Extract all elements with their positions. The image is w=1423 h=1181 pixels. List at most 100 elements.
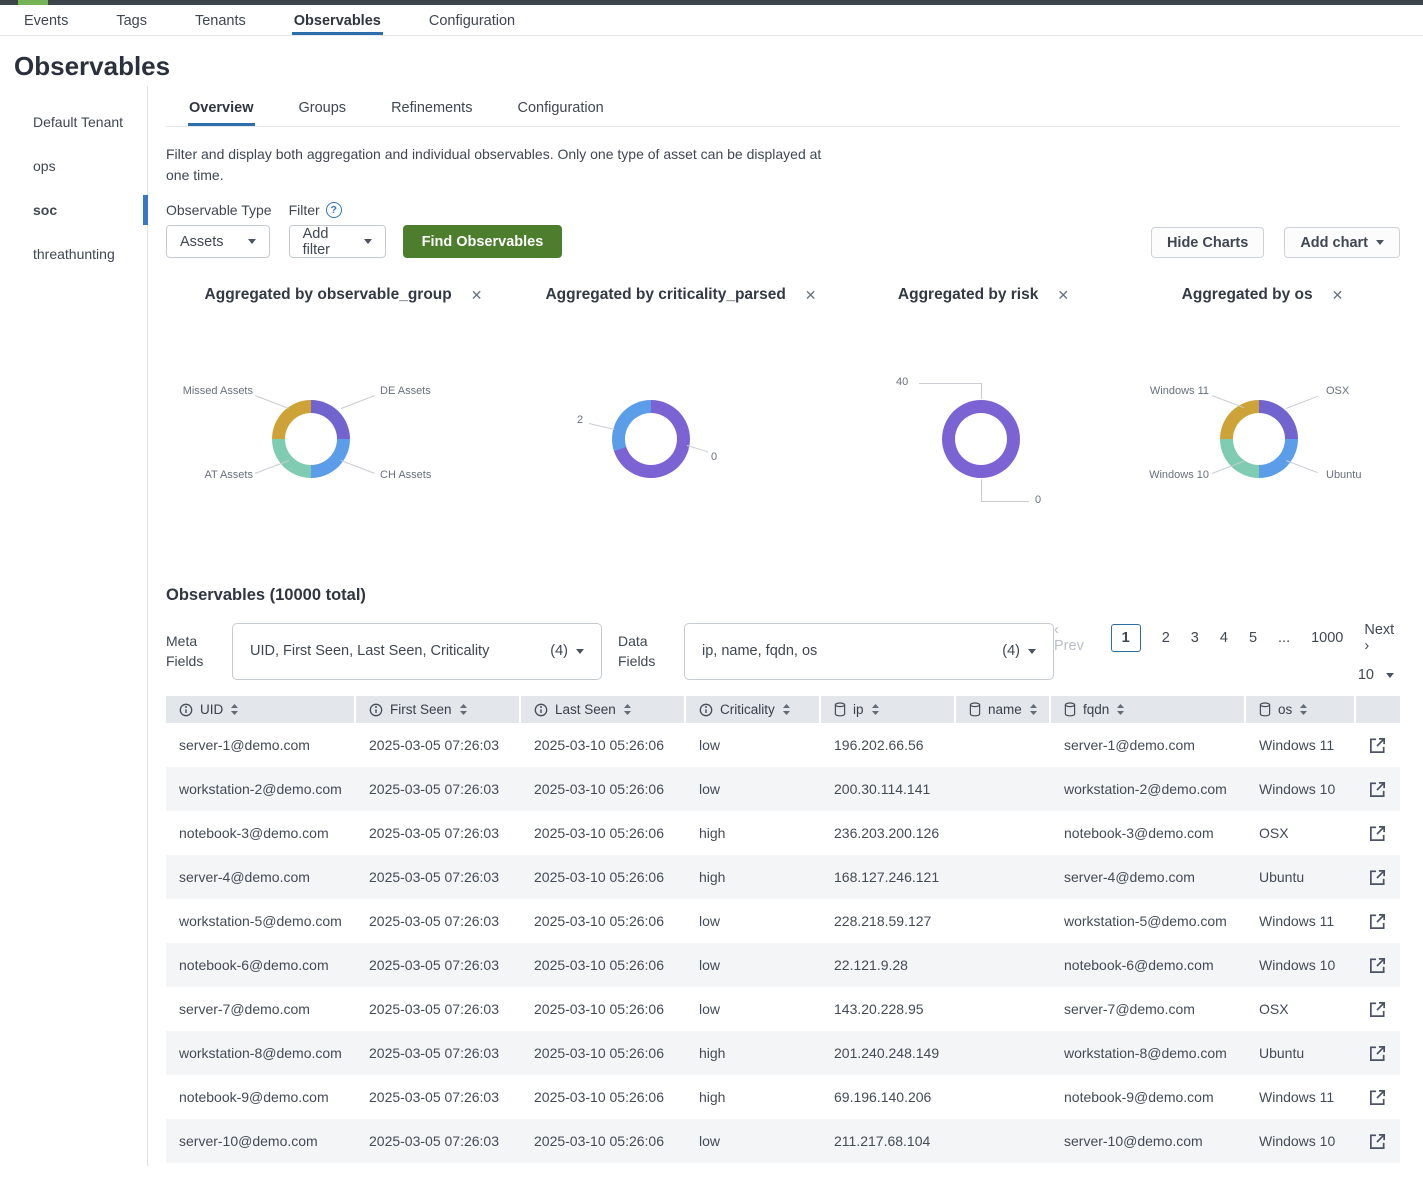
sidebar-item-ops[interactable]: ops bbox=[0, 144, 147, 188]
cell-fqdn: workstation-2@demo.com bbox=[1051, 781, 1246, 797]
pagination-page-2[interactable]: 2 bbox=[1162, 630, 1170, 646]
column-header-ip[interactable]: ip bbox=[821, 696, 956, 723]
sidebar-item-default-tenant[interactable]: Default Tenant bbox=[0, 100, 147, 144]
cell-ip: 69.196.140.206 bbox=[821, 1089, 956, 1105]
pagination-page-1000[interactable]: 1000 bbox=[1311, 630, 1343, 646]
nav-item-events[interactable]: Events bbox=[22, 7, 70, 35]
cell-criticality: low bbox=[686, 737, 821, 753]
column-header-uid[interactable]: UID bbox=[166, 696, 356, 723]
cell-first-seen: 2025-03-05 07:26:03 bbox=[356, 737, 521, 753]
nav-item-configuration[interactable]: Configuration bbox=[427, 7, 517, 35]
column-header-name[interactable]: name bbox=[956, 696, 1051, 723]
nav-item-observables[interactable]: Observables bbox=[292, 7, 383, 35]
cell-first-seen: 2025-03-05 07:26:03 bbox=[356, 957, 521, 973]
external-link-icon[interactable] bbox=[1368, 824, 1387, 843]
meta-fields-select[interactable]: UID, First Seen, Last Seen, Criticality … bbox=[232, 623, 602, 680]
add-filter-select[interactable]: Add filter bbox=[289, 225, 386, 258]
cell-last-seen: 2025-03-10 05:26:06 bbox=[521, 1001, 686, 1017]
chart-close-icon[interactable]: ✕ bbox=[471, 287, 483, 304]
external-link-icon[interactable] bbox=[1368, 868, 1387, 887]
meta-fields-value: UID, First Seen, Last Seen, Criticality bbox=[250, 643, 489, 659]
chart-close-icon[interactable]: ✕ bbox=[1332, 287, 1344, 304]
page-description: Filter and display both aggregation and … bbox=[166, 144, 826, 186]
page-title: Observables bbox=[14, 51, 1423, 82]
help-icon[interactable] bbox=[326, 202, 342, 218]
sort-icon[interactable] bbox=[1299, 703, 1308, 716]
column-header-first-seen[interactable]: First Seen bbox=[356, 696, 521, 723]
external-link-icon[interactable] bbox=[1368, 956, 1387, 975]
table-body: server-1@demo.com 2025-03-05 07:26:03 20… bbox=[166, 723, 1400, 1163]
cell-uid: notebook-9@demo.com bbox=[166, 1089, 356, 1105]
external-link-icon[interactable] bbox=[1368, 736, 1387, 755]
top-strip-green-segment bbox=[18, 0, 48, 5]
sidebar-item-threathunting[interactable]: threathunting bbox=[0, 232, 147, 276]
external-link-icon[interactable] bbox=[1368, 1044, 1387, 1063]
external-link-icon[interactable] bbox=[1368, 912, 1387, 931]
add-chart-button[interactable]: Add chart bbox=[1284, 227, 1400, 258]
pagination-page-1[interactable]: 1 bbox=[1111, 624, 1141, 652]
column-header-fqdn[interactable]: fqdn bbox=[1051, 696, 1246, 723]
cell-last-seen: 2025-03-10 05:26:06 bbox=[521, 869, 686, 885]
sort-icon[interactable] bbox=[623, 703, 632, 716]
pagination-page-5[interactable]: 5 bbox=[1249, 630, 1257, 646]
cell-actions bbox=[1356, 868, 1399, 887]
label-connector bbox=[1286, 460, 1318, 473]
slice-label: CH Assets bbox=[380, 469, 431, 481]
chevron-down-icon bbox=[1376, 240, 1384, 245]
tab-overview[interactable]: Overview bbox=[188, 92, 255, 126]
cell-fqdn: server-4@demo.com bbox=[1051, 869, 1246, 885]
page-size-select[interactable]: 10 bbox=[1358, 667, 1394, 683]
table-row: server-4@demo.com 2025-03-05 07:26:03 20… bbox=[166, 855, 1400, 899]
sort-icon[interactable] bbox=[1116, 703, 1125, 716]
cell-criticality: low bbox=[686, 781, 821, 797]
cell-ip: 211.217.68.104 bbox=[821, 1133, 956, 1149]
slice-label: Windows 10 bbox=[1149, 469, 1209, 481]
cell-fqdn: server-7@demo.com bbox=[1051, 1001, 1246, 1017]
sidebar-item-soc[interactable]: soc bbox=[0, 188, 147, 232]
column-header-os[interactable]: os bbox=[1246, 696, 1356, 723]
slice-label: 2 bbox=[577, 414, 583, 426]
external-link-icon[interactable] bbox=[1368, 780, 1387, 799]
tab-groups[interactable]: Groups bbox=[298, 92, 348, 126]
tab-configuration[interactable]: Configuration bbox=[516, 92, 604, 126]
column-header-criticality[interactable]: Criticality bbox=[686, 696, 821, 723]
table-header: UID First Seen Last Seen Criticality bbox=[166, 696, 1400, 723]
sort-icon[interactable] bbox=[782, 703, 791, 716]
column-label: Last Seen bbox=[555, 702, 616, 717]
cell-last-seen: 2025-03-10 05:26:06 bbox=[521, 1045, 686, 1061]
data-fields-select[interactable]: ip, name, fqdn, os (4) bbox=[684, 623, 1054, 680]
pagination-page-3[interactable]: 3 bbox=[1191, 630, 1199, 646]
pagination-page-4[interactable]: 4 bbox=[1220, 630, 1228, 646]
pagination-next[interactable]: Next › bbox=[1364, 622, 1400, 654]
pagination-prev[interactable]: ‹ Prev bbox=[1054, 622, 1090, 654]
database-icon bbox=[1064, 702, 1076, 717]
cell-last-seen: 2025-03-10 05:26:06 bbox=[521, 737, 686, 753]
cell-ip: 22.121.9.28 bbox=[821, 957, 956, 973]
hide-charts-button[interactable]: Hide Charts bbox=[1151, 227, 1264, 258]
chart-title: Aggregated by os bbox=[1182, 286, 1313, 304]
table-row: notebook-9@demo.com 2025-03-05 07:26:03 … bbox=[166, 1075, 1400, 1119]
cell-criticality: low bbox=[686, 1001, 821, 1017]
external-link-icon[interactable] bbox=[1368, 1000, 1387, 1019]
nav-item-tags[interactable]: Tags bbox=[114, 7, 149, 35]
sort-icon[interactable] bbox=[230, 703, 239, 716]
sort-icon[interactable] bbox=[459, 703, 468, 716]
data-fields-value: ip, name, fqdn, os bbox=[702, 643, 817, 659]
external-link-icon[interactable] bbox=[1368, 1132, 1387, 1151]
chart-close-icon[interactable]: ✕ bbox=[805, 287, 817, 304]
find-observables-button[interactable]: Find Observables bbox=[403, 225, 563, 258]
observable-type-select[interactable]: Assets bbox=[166, 225, 270, 258]
sort-icon[interactable] bbox=[1029, 703, 1038, 716]
chevron-down-icon bbox=[576, 649, 584, 654]
tab-refinements[interactable]: Refinements bbox=[390, 92, 473, 126]
chart-title: Aggregated by criticality_parsed bbox=[545, 286, 785, 304]
label-connector bbox=[919, 383, 981, 384]
column-label: name bbox=[988, 702, 1022, 717]
column-header-last-seen[interactable]: Last Seen bbox=[521, 696, 686, 723]
sort-icon[interactable] bbox=[871, 703, 880, 716]
nav-item-tenants[interactable]: Tenants bbox=[193, 7, 248, 35]
cell-actions bbox=[1356, 780, 1399, 799]
label-connector bbox=[981, 479, 982, 501]
external-link-icon[interactable] bbox=[1368, 1088, 1387, 1107]
chart-close-icon[interactable]: ✕ bbox=[1057, 287, 1069, 304]
